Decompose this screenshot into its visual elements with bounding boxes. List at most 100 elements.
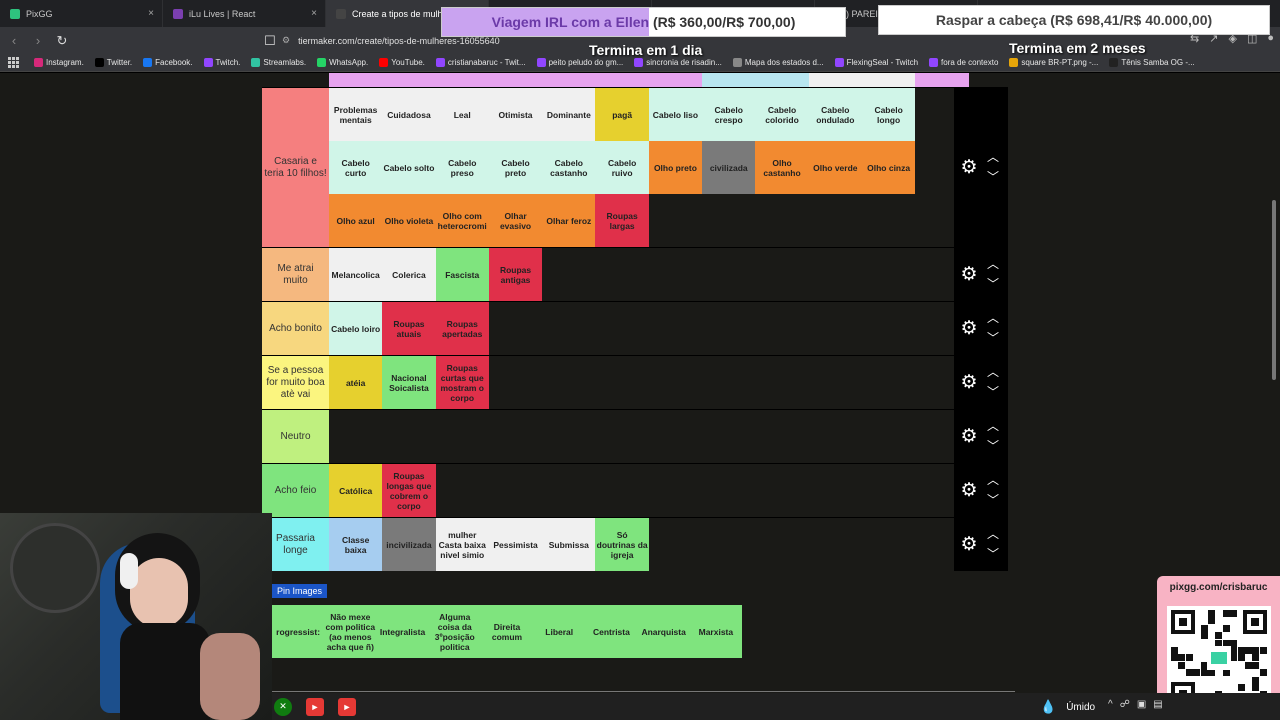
weather-widget[interactable]: 💧 Úmido (1040, 699, 1095, 715)
tier-item[interactable]: Olho verde (808, 141, 862, 194)
apps-grid-icon[interactable] (8, 56, 20, 69)
tier-item[interactable]: mulher Casta baixa nivel simio (435, 518, 489, 571)
tier-label[interactable]: Neutro (262, 410, 329, 463)
chevron-down-icon[interactable]: ﹀ (984, 439, 1002, 453)
bookmark-item[interactable]: peito peludo do gm... (536, 58, 623, 67)
chevron-up-icon[interactable]: ︿ (984, 419, 1002, 433)
chevron-up-icon[interactable]: ︿ (984, 365, 1002, 379)
tier-label[interactable]: Me atrai muito (262, 248, 329, 301)
gear-icon[interactable]: ⚙ (959, 534, 979, 555)
pool-item[interactable]: Direita comum (480, 605, 534, 658)
tier-item[interactable]: Fascista (435, 248, 489, 301)
bookmark-item[interactable]: WhatsApp. (317, 58, 368, 67)
display-icon[interactable]: ▣ (1137, 699, 1146, 710)
bookmark-item[interactable]: Twitch. (203, 58, 240, 67)
tier-label[interactable]: Acho feio (262, 464, 329, 517)
gear-icon[interactable]: ⚙ (959, 372, 979, 393)
chevron-up-icon[interactable]: ︿ (984, 473, 1002, 487)
bookmark-star-icon[interactable]: ☐ (260, 31, 280, 51)
chevron-up-icon[interactable]: ︿ (984, 311, 1002, 325)
bookmark-item[interactable]: Mapa dos estados d... (732, 58, 824, 67)
pool-item[interactable]: rogressist: (272, 605, 325, 658)
tier-item[interactable]: Melancolica (329, 248, 383, 301)
gear-icon[interactable]: ⚙ (959, 318, 979, 339)
pool-item[interactable]: Marxista (689, 605, 742, 658)
chevron-up-icon[interactable]: ^ (1108, 699, 1113, 710)
network-icon[interactable]: ▤ (1153, 699, 1162, 710)
tier-item[interactable]: Roupas largas (595, 194, 649, 247)
tier-item[interactable]: Otimista (488, 88, 543, 141)
site-info-icon[interactable]: ⚙ (282, 35, 290, 46)
bookmark-item[interactable]: Streamlabs. (251, 58, 306, 67)
tier-item[interactable]: incivilizada (382, 518, 436, 571)
gear-icon[interactable]: ⚙ (959, 157, 979, 178)
tier-item[interactable]: Cabelo colorido (755, 88, 809, 141)
tier-item[interactable]: Olho violeta (382, 194, 436, 247)
tier-item[interactable]: Cabelo loiro (329, 302, 383, 355)
tier-item[interactable]: Olhar feroz (542, 194, 596, 247)
tier-item[interactable]: Roupas atuais (382, 302, 436, 355)
tier-item[interactable]: Olho azul (329, 194, 383, 247)
tier-item[interactable]: atéia (329, 356, 383, 409)
bookmark-item[interactable]: cristianabaruc - Twit... (435, 58, 526, 67)
tier-item[interactable]: Só doutrinas da igreja (595, 518, 649, 571)
app-icon-2[interactable]: ► (338, 697, 356, 716)
bookmark-item[interactable]: Instagram. (34, 58, 84, 67)
tier-item[interactable]: Roupas antigas (488, 248, 543, 301)
chevron-down-icon[interactable]: ﹀ (984, 385, 1002, 399)
tier-item[interactable]: Cabelo ruivo (595, 141, 649, 194)
gear-icon[interactable]: ⚙ (959, 264, 979, 285)
chevron-up-icon[interactable]: ︿ (984, 527, 1002, 541)
tier-item[interactable]: Classe baixa (329, 518, 383, 571)
gear-icon[interactable]: ⚙ (959, 480, 979, 501)
bookmark-item[interactable]: square BR-PT.png -... (1009, 58, 1098, 67)
bookmark-item[interactable]: fora de contexto (929, 58, 998, 67)
browser-tab[interactable]: iLu Lives | React × (163, 0, 326, 27)
bookmark-item[interactable]: Facebook. (143, 58, 193, 67)
tab-close-icon[interactable]: × (311, 8, 317, 19)
tier-item[interactable]: Cabelo solto (382, 141, 436, 194)
tier-item[interactable]: Olhar evasivo (488, 194, 543, 247)
tier-item[interactable]: Pessimista (488, 518, 543, 571)
tier-item[interactable]: Leal (435, 88, 489, 141)
chevron-down-icon[interactable]: ﹀ (984, 170, 1002, 184)
pool-item[interactable]: Anarquista (637, 605, 690, 658)
chevron-up-icon[interactable]: ︿ (984, 257, 1002, 271)
tier-label[interactable]: Acho bonito (262, 302, 329, 355)
gear-icon[interactable]: ⚙ (959, 426, 979, 447)
back-icon[interactable]: ‹ (4, 31, 24, 51)
chevron-down-icon[interactable]: ﹀ (984, 331, 1002, 345)
tier-item[interactable]: Olho com heterocromi (435, 194, 489, 247)
pool-item[interactable]: Não mexe com politica (ao menos acha que… (324, 605, 377, 658)
tier-label[interactable]: Se a pessoa for muito boa atè vai (262, 356, 329, 409)
tier-item[interactable]: Roupas apertadas (435, 302, 489, 355)
tier-item[interactable]: Católica (329, 464, 383, 517)
tier-item[interactable]: Problemas mentais (329, 88, 383, 141)
tier-item[interactable]: Cabelo liso (648, 88, 703, 141)
tier-item[interactable]: Roupas curtas que mostram o corpo (435, 356, 489, 409)
chevron-down-icon[interactable]: ﹀ (984, 277, 1002, 291)
tier-item[interactable]: Submissa (542, 518, 596, 571)
tier-item[interactable]: Cabelo preso (435, 141, 489, 194)
tier-item[interactable]: Roupas longas que cobrem o corpo (382, 464, 436, 517)
chevron-up-icon[interactable]: ︿ (984, 150, 1002, 164)
tier-item[interactable]: Dominante (542, 88, 596, 141)
tier-item[interactable]: Cabelo castanho (542, 141, 596, 194)
browser-tab[interactable]: PixGG × (0, 0, 163, 27)
pin-images-button[interactable]: Pin Images (272, 584, 328, 598)
page-scrollbar[interactable] (1272, 200, 1276, 380)
pool-item[interactable]: Alguma coisa da 3ºposição politica (428, 605, 481, 658)
bookmark-item[interactable]: Twitter. (94, 58, 132, 67)
tier-item[interactable]: Nacional Soicalista (382, 356, 436, 409)
tier-item[interactable]: pagã (595, 88, 649, 141)
pool-item[interactable]: Integralista (376, 605, 429, 658)
tab-close-icon[interactable]: × (148, 8, 154, 19)
tier-item[interactable]: Colerica (382, 248, 436, 301)
tier-label[interactable]: Casaria e teria 10 filhos! (262, 88, 329, 247)
xbox-icon[interactable]: ✕ (274, 697, 292, 716)
bookmark-item[interactable]: sincronia de risadin... (634, 58, 722, 67)
app-icon[interactable]: ► (306, 697, 324, 716)
tier-item[interactable]: Olho castanho (755, 141, 809, 194)
reload-icon[interactable]: ↻ (52, 31, 72, 51)
forward-icon[interactable]: › (28, 31, 48, 51)
